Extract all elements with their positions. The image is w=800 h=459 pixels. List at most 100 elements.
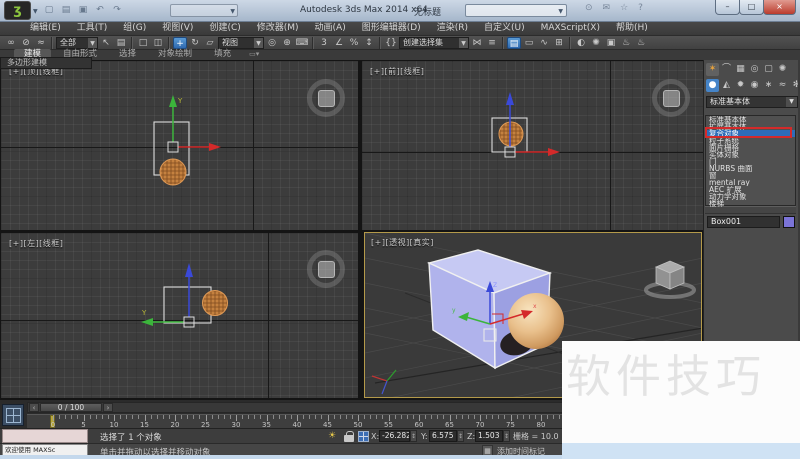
maximize-button[interactable]: □: [739, 0, 764, 15]
app-logo-icon[interactable]: ʒ: [4, 1, 31, 20]
unlink-selection-icon[interactable]: ⊘: [19, 37, 33, 49]
dropdown-item[interactable]: NURBS 曲面: [706, 165, 795, 172]
snaps-toggle-icon[interactable]: 3: [317, 37, 331, 49]
infocenter-search-icon[interactable]: ⊙: [585, 3, 593, 13]
category-cameras[interactable]: ◉: [748, 79, 761, 92]
infocenter-search-input[interactable]: ▼: [465, 4, 567, 17]
select-and-move-icon[interactable]: +: [173, 37, 187, 49]
tab-display[interactable]: ▢: [762, 63, 775, 76]
communication-center-icon[interactable]: ✉: [603, 3, 611, 13]
app-menu-arrow-icon[interactable]: ▼: [33, 8, 38, 15]
gizmo-y-arrow[interactable]: [169, 95, 177, 107]
layer-manager-icon[interactable]: ▤: [507, 37, 521, 49]
name-color-rollout[interactable]: [705, 206, 796, 214]
menu-item[interactable]: 帮助(H): [608, 22, 656, 35]
object-name-field[interactable]: Box001: [707, 216, 780, 228]
dropdown-item[interactable]: 粒子系统: [706, 137, 795, 144]
menu-item[interactable]: 图形编辑器(D): [354, 22, 429, 35]
select-and-link-icon[interactable]: ∞: [4, 37, 18, 49]
gizmo-center[interactable]: [168, 142, 178, 152]
tab-motion[interactable]: ◎: [748, 63, 761, 76]
object-type-dropdown[interactable]: 标准基本体 ▼: [706, 96, 798, 108]
sphere-shaded[interactable]: [508, 293, 564, 349]
menu-item[interactable]: 渲染(R): [429, 22, 476, 35]
ribbon-toggle-icon[interactable]: ▭: [522, 37, 536, 49]
render-iterative-icon[interactable]: ♨: [634, 37, 648, 49]
dropdown-item[interactable]: 扩展基本体: [706, 123, 795, 130]
save-file-icon[interactable]: ▣: [76, 3, 90, 18]
dropdown-item[interactable]: AEC 扩展: [706, 186, 795, 193]
edit-named-sets-icon[interactable]: {}: [384, 37, 398, 49]
sphere-wireframe[interactable]: [499, 122, 523, 146]
viewport-top[interactable]: Y [+][顶][线框]: [1, 61, 358, 230]
spinner-snap-icon[interactable]: ↕: [362, 37, 376, 49]
category-lights[interactable]: ✹: [734, 79, 747, 92]
object-color-swatch[interactable]: [783, 216, 795, 228]
dropdown-item[interactable]: 窗: [706, 172, 795, 179]
minimize-button[interactable]: –: [715, 0, 740, 15]
schematic-view-icon[interactable]: ⊞: [552, 37, 566, 49]
category-space-warps[interactable]: ≈: [776, 79, 789, 92]
menu-item[interactable]: 动画(A): [307, 22, 354, 35]
coord-x-field[interactable]: -26.282: [379, 430, 410, 442]
dropdown-item[interactable]: 动力学对象: [706, 193, 795, 200]
menu-item[interactable]: 视图(V): [154, 22, 201, 35]
maxscript-mini-listener[interactable]: [2, 429, 88, 443]
dropdown-item[interactable]: 门: [706, 158, 795, 165]
ribbon-minimize-icon[interactable]: ▭▾: [243, 49, 265, 60]
previous-frame-button[interactable]: ‹: [29, 403, 39, 412]
coord-y-field[interactable]: 6.575: [429, 430, 457, 442]
time-slider-handle[interactable]: 0 / 100: [40, 403, 102, 412]
open-file-icon[interactable]: ▤: [59, 3, 73, 18]
selection-filter-dropdown[interactable]: 全部▼: [56, 37, 98, 49]
select-and-manipulate-icon[interactable]: ⊕: [280, 37, 294, 49]
viewcube-icon[interactable]: [646, 261, 694, 297]
undo-icon[interactable]: ↶: [93, 3, 107, 18]
select-object-icon[interactable]: ↖: [99, 37, 113, 49]
category-geometry[interactable]: ●: [706, 79, 719, 92]
help-icon[interactable]: ?: [638, 3, 643, 13]
dropdown-item[interactable]: 复合对象: [706, 130, 795, 137]
select-by-name-icon[interactable]: ▤: [114, 37, 128, 49]
mirror-icon[interactable]: ⋈: [470, 37, 484, 49]
tab-modify[interactable]: ⌒: [720, 63, 733, 76]
viewport-left[interactable]: Y [+][左][线框]: [1, 233, 358, 398]
curve-editor-icon[interactable]: ∿: [537, 37, 551, 49]
gizmo-y-arrow[interactable]: [141, 318, 153, 326]
menu-item[interactable]: 编辑(E): [22, 22, 69, 35]
viewport-front-label[interactable]: [+][前][线框]: [370, 66, 424, 77]
coord-x-spinner[interactable]: ↕: [410, 430, 417, 442]
select-and-scale-icon[interactable]: ▱: [203, 37, 217, 49]
dropdown-item[interactable]: mental ray: [706, 179, 795, 186]
tab-hierarchy[interactable]: ▦: [734, 63, 747, 76]
gizmo-z-arrow[interactable]: [506, 92, 514, 105]
select-and-rotate-icon[interactable]: ↻: [188, 37, 202, 49]
menu-item[interactable]: 修改器(M): [249, 22, 307, 35]
new-scene-icon[interactable]: ▢: [42, 3, 56, 18]
gizmo-x-arrow[interactable]: [548, 148, 560, 156]
viewcube-icon[interactable]: [307, 79, 345, 117]
menu-item[interactable]: 创建(C): [201, 22, 248, 35]
menu-item[interactable]: 自定义(U): [476, 22, 533, 35]
dropdown-item[interactable]: 楼梯: [706, 200, 795, 207]
render-production-icon[interactable]: ♨: [619, 37, 633, 49]
selection-lock-icon[interactable]: [344, 431, 354, 443]
dropdown-item[interactable]: 实体对象: [706, 151, 795, 158]
ribbon-tab[interactable]: 选择: [109, 49, 146, 60]
isolate-selection-icon[interactable]: ☀: [326, 430, 338, 442]
favorites-icon[interactable]: ☆: [620, 3, 628, 13]
tab-create[interactable]: ✶: [706, 63, 719, 76]
viewport-left-label[interactable]: [+][左][线框]: [9, 238, 63, 249]
ribbon-tab[interactable]: 填充: [204, 49, 241, 60]
percent-snap-icon[interactable]: %: [347, 37, 361, 49]
viewport-layout-button[interactable]: [2, 404, 24, 426]
reference-coordinate-dropdown[interactable]: 视图▼: [218, 37, 264, 49]
menu-item[interactable]: 组(G): [115, 22, 154, 35]
viewport-perspective-label[interactable]: [+][透视][真实]: [371, 237, 434, 248]
category-shapes[interactable]: ◭: [720, 79, 733, 92]
rectangular-selection-icon[interactable]: □: [136, 37, 150, 49]
ribbon-tab[interactable]: 对象绘制: [148, 49, 202, 60]
angle-snap-icon[interactable]: ∠: [332, 37, 346, 49]
redo-icon[interactable]: ↷: [110, 3, 124, 18]
gizmo-z-arrow[interactable]: [185, 263, 193, 277]
